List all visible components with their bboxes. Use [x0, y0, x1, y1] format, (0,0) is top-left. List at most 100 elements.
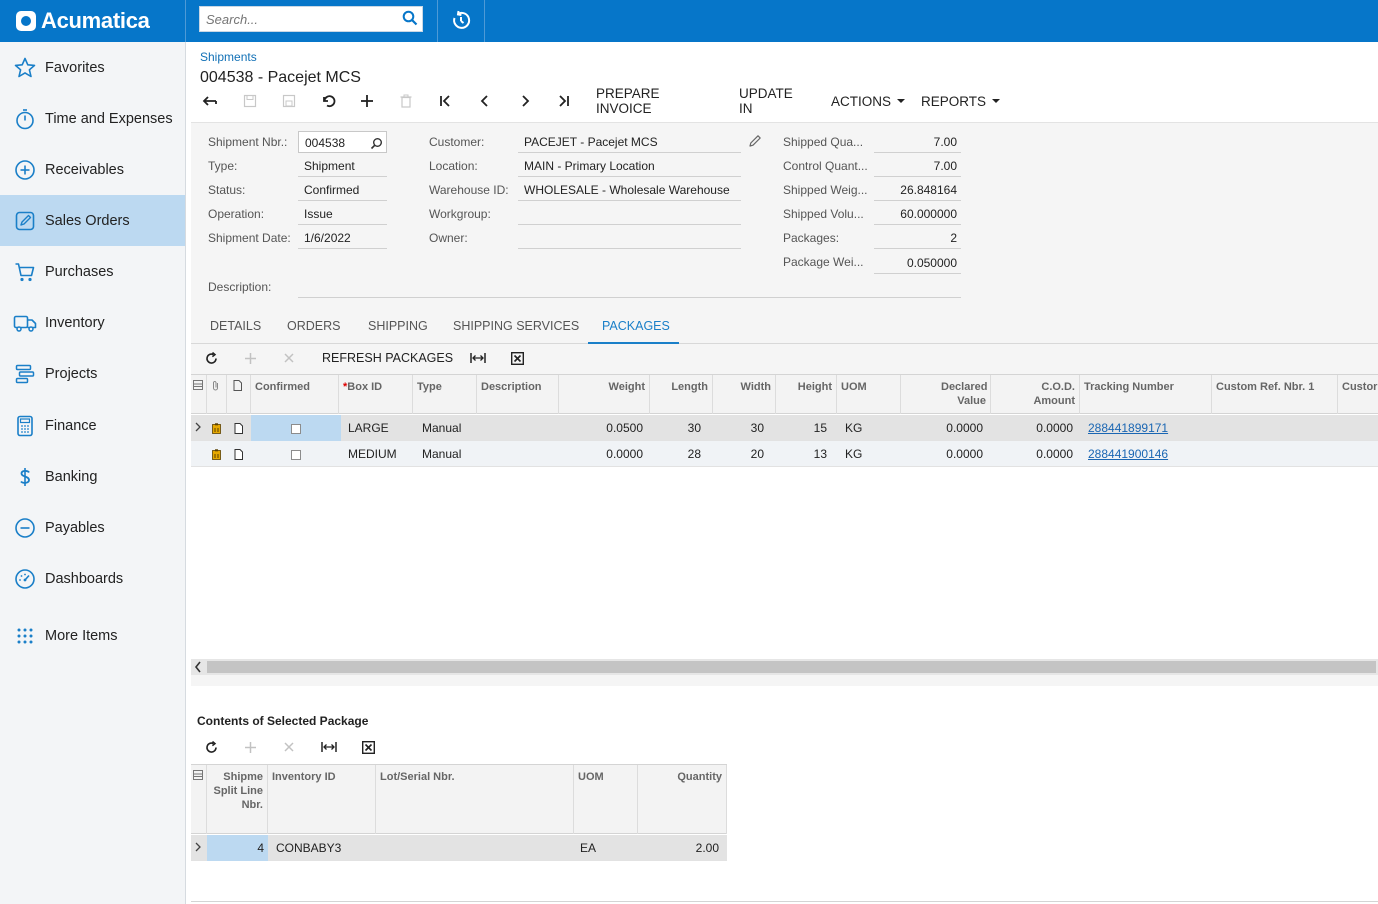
tab-shipping[interactable]: SHIPPING [354, 311, 442, 344]
add-icon[interactable] [357, 90, 377, 112]
add-row-icon[interactable] [240, 345, 260, 371]
row-expand-icon[interactable] [191, 835, 207, 861]
box-id-column-header[interactable]: *Box ID [339, 375, 413, 414]
save-icon[interactable] [279, 90, 299, 112]
workgroup-field[interactable] [518, 203, 741, 225]
tab-details[interactable]: DETAILS [196, 311, 275, 344]
lot-serial-cell[interactable] [376, 835, 574, 861]
sidebar-item-banking[interactable]: Banking [0, 459, 185, 495]
sidebar-item-favorites[interactable]: Favorites [0, 50, 185, 86]
description-field[interactable] [298, 276, 961, 298]
previous-record-icon[interactable] [475, 90, 495, 112]
delete-row-icon[interactable] [279, 734, 299, 760]
prepare-invoice-button[interactable]: PREPARE INVOICE [596, 86, 660, 116]
sidebar-item-more-items[interactable]: More Items [0, 618, 185, 654]
height-cell[interactable]: 13 [776, 441, 831, 467]
export-excel-icon[interactable] [507, 345, 527, 371]
sidebar-item-receivables[interactable]: Receivables [0, 152, 185, 188]
tracking-number-cell[interactable]: 288441900146 [1084, 441, 1212, 467]
search-box[interactable] [199, 6, 423, 32]
length-cell[interactable]: 30 [650, 415, 705, 441]
acumatica-logo[interactable]: Acumatica [0, 0, 186, 42]
control-quantity-field[interactable]: 7.00 [874, 155, 961, 177]
type-column-header[interactable]: Type [413, 375, 477, 414]
history-icon[interactable] [449, 9, 473, 36]
fit-columns-icon[interactable] [319, 734, 339, 760]
table-row[interactable]: MEDIUM Manual 0.0000 28 20 13 KG 0.0000 … [191, 441, 1378, 467]
back-icon[interactable] [200, 90, 220, 112]
width-cell[interactable]: 30 [713, 415, 768, 441]
tracking-number-cell[interactable]: 288441899171 [1084, 415, 1212, 441]
sidebar-item-finance[interactable]: Finance [0, 408, 185, 444]
confirmed-checkbox[interactable] [291, 423, 301, 434]
search-icon[interactable] [370, 135, 383, 152]
tracking-number-link[interactable]: 288441899171 [1088, 421, 1168, 435]
type-cell[interactable]: Manual [418, 415, 478, 441]
refresh-icon[interactable] [201, 345, 221, 371]
description-cell[interactable] [477, 415, 559, 441]
shipment-nbr-field[interactable]: 004538 [298, 131, 387, 153]
description-column-header[interactable]: Description [477, 375, 559, 414]
weight-cell[interactable]: 0.0000 [559, 441, 647, 467]
search-icon[interactable] [402, 10, 418, 29]
note-icon[interactable] [227, 415, 251, 441]
tab-orders[interactable]: ORDERS [273, 311, 354, 344]
cod-amount-cell[interactable]: 0.0000 [991, 415, 1077, 441]
table-row[interactable]: 4 CONBABY3 EA 2.00 [191, 835, 727, 861]
uom-cell[interactable]: EA [576, 835, 638, 861]
weight-column-header[interactable]: Weight [559, 375, 650, 414]
line-nbr-column-header[interactable]: Shipme Split Line Nbr. [207, 765, 268, 834]
confirmed-checkbox-cell[interactable] [251, 441, 341, 467]
custom-ref-1-column-header[interactable]: Custom Ref. Nbr. 1 [1212, 375, 1338, 414]
uom-column-header[interactable]: UOM [837, 375, 901, 414]
first-record-icon[interactable] [436, 90, 456, 112]
tab-packages[interactable]: PACKAGES [588, 311, 679, 344]
inventory-id-column-header[interactable]: Inventory ID [268, 765, 376, 834]
box-id-cell[interactable]: LARGE [344, 415, 414, 441]
add-row-icon[interactable] [240, 734, 260, 760]
length-column-header[interactable]: Length [650, 375, 713, 414]
status-field[interactable]: Confirmed [298, 179, 387, 201]
scroll-left-icon[interactable] [194, 661, 202, 676]
height-column-header[interactable]: Height [776, 375, 837, 414]
sidebar-item-dashboards[interactable]: Dashboards [0, 561, 185, 597]
custom-ref-2-column-header[interactable]: Custor [1338, 375, 1378, 414]
width-cell[interactable]: 20 [713, 441, 768, 467]
reports-menu[interactable]: REPORTS [921, 90, 1001, 112]
box-id-cell[interactable]: MEDIUM [344, 441, 414, 467]
breadcrumb[interactable]: Shipments [200, 50, 257, 64]
confirmed-column-header[interactable]: Confirmed [251, 375, 339, 414]
quantity-cell[interactable]: 2.00 [638, 835, 723, 861]
declared-value-cell[interactable]: 0.0000 [901, 415, 987, 441]
delete-row-icon[interactable] [279, 345, 299, 371]
warehouse-id-field[interactable]: WHOLESALE - Wholesale Warehouse [518, 179, 741, 201]
type-field[interactable]: Shipment [298, 155, 387, 177]
operation-field[interactable]: Issue [298, 203, 387, 225]
note-icon[interactable] [227, 441, 251, 467]
sidebar-item-inventory[interactable]: Inventory [0, 305, 185, 341]
last-record-icon[interactable] [554, 90, 574, 112]
owner-field[interactable] [518, 227, 741, 249]
actions-menu[interactable]: ACTIONS [831, 90, 906, 112]
length-cell[interactable]: 28 [650, 441, 705, 467]
undo-icon[interactable] [318, 90, 338, 112]
sidebar-item-time-and-expenses[interactable]: Time and Expenses [0, 101, 185, 137]
quantity-column-header[interactable]: Quantity [638, 765, 727, 834]
declared-value-column-header[interactable]: Declared Value [901, 375, 991, 414]
confirmed-checkbox-cell[interactable] [251, 415, 341, 441]
custom-ref-1-cell[interactable] [1212, 415, 1338, 441]
line-nbr-cell[interactable]: 4 [207, 835, 268, 861]
save-close-icon[interactable] [240, 90, 260, 112]
weight-cell[interactable]: 0.0500 [559, 415, 647, 441]
height-cell[interactable]: 15 [776, 415, 831, 441]
cod-amount-column-header[interactable]: C.O.D. Amount [991, 375, 1080, 414]
shipment-date-field[interactable]: 1/6/2022 [298, 227, 387, 249]
tab-shipping-services[interactable]: SHIPPING SERVICES [439, 311, 593, 344]
sidebar-item-sales-orders[interactable]: Sales Orders [0, 195, 185, 246]
declared-value-cell[interactable]: 0.0000 [901, 441, 987, 467]
lot-serial-column-header[interactable]: Lot/Serial Nbr. [376, 765, 574, 834]
tracking-number-column-header[interactable]: Tracking Number [1080, 375, 1212, 414]
update-in-button[interactable]: UPDATE IN [739, 86, 793, 116]
sidebar-item-payables[interactable]: Payables [0, 510, 185, 546]
attachment-icon[interactable] [207, 415, 227, 441]
